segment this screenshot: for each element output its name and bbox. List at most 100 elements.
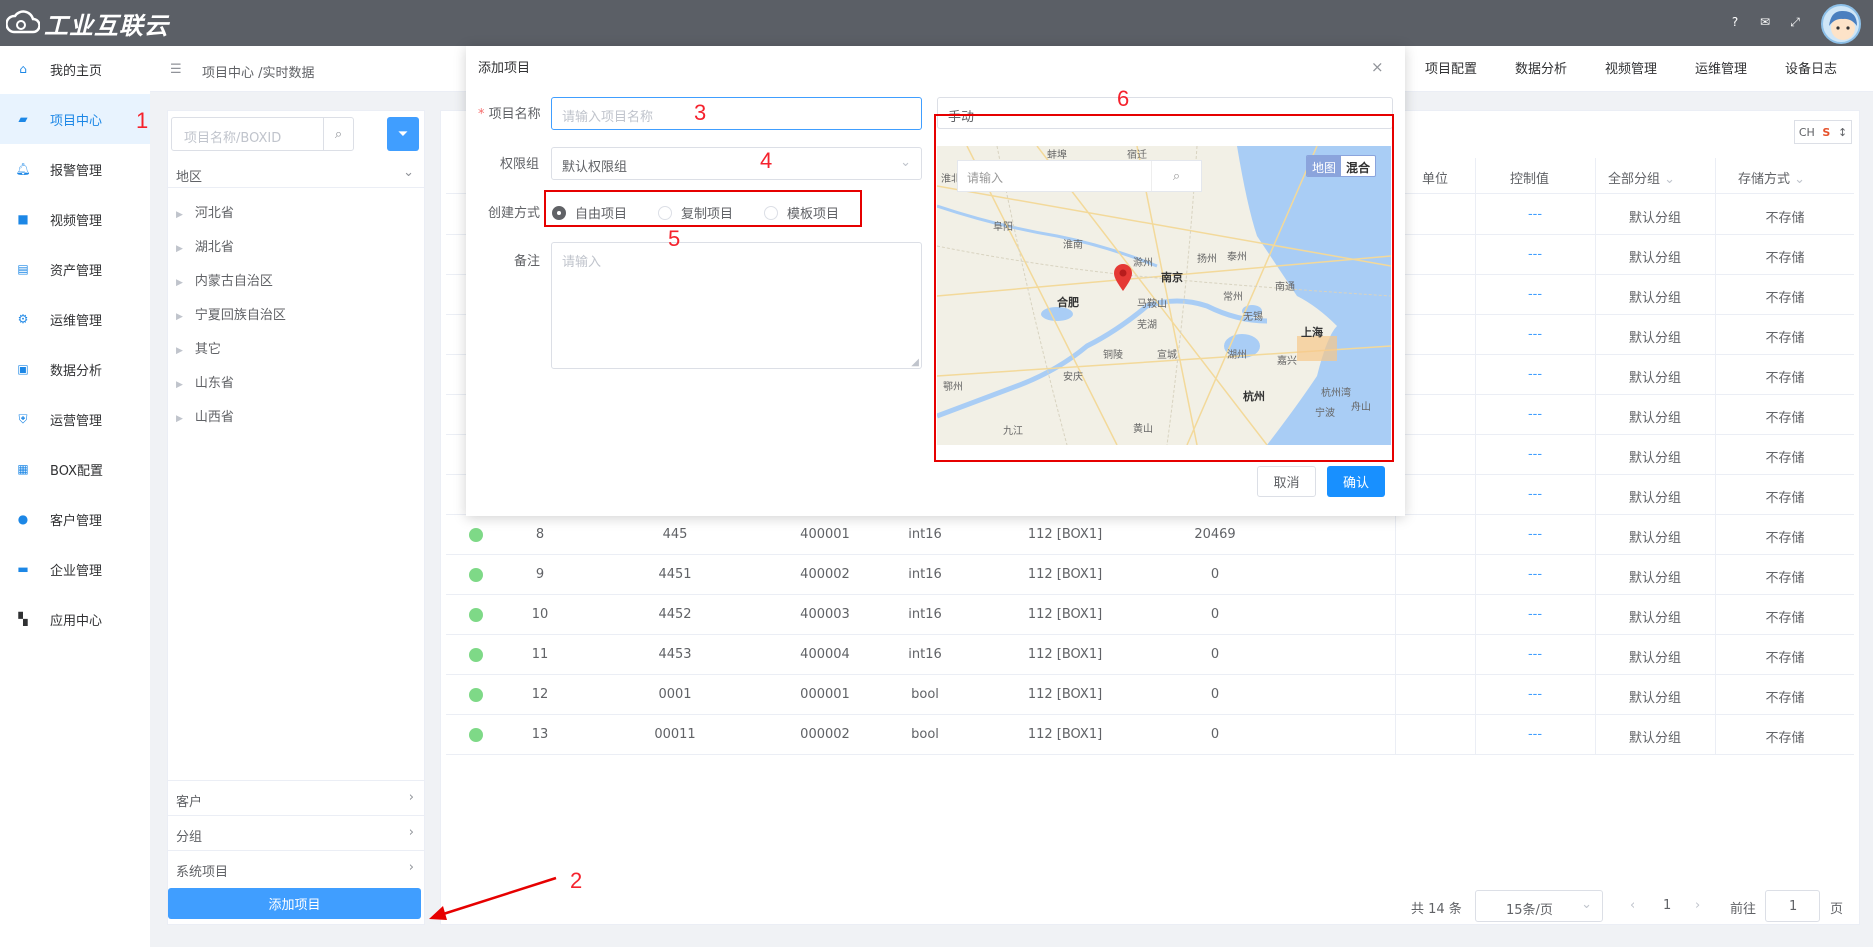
project-search-input[interactable]: 项目名称/BOXID ⌕ — [171, 117, 354, 151]
control-value-link[interactable]: --- — [1495, 687, 1575, 702]
annotation-box-map — [934, 114, 1394, 462]
search-icon[interactable]: ⌕ — [323, 118, 353, 150]
chevron-down-icon: ⌄ — [403, 165, 414, 180]
sidebar-item-alarm[interactable]: 🔔︎ 报警管理 — [0, 144, 150, 194]
grid-icon: ▚ — [18, 612, 28, 626]
row-number-cell: 13 — [531, 727, 549, 742]
row-number-cell: 11 — [531, 647, 549, 662]
sidebar-item-project[interactable]: ▰ 项目中心 — [0, 94, 150, 144]
tree-item[interactable]: ▶ 湖北省 — [176, 236, 234, 255]
group-cell: 默认分组 — [1628, 491, 1681, 506]
accordion-label: 客户 — [176, 795, 203, 810]
topnav-analysis[interactable]: 数据分析 — [1515, 58, 1567, 77]
sidebar-item-enterprise[interactable]: ▬ 企业管理 — [0, 544, 150, 594]
help-icon[interactable]: ? — [1727, 14, 1743, 30]
shield-icon: ⛨ — [18, 411, 28, 426]
tree-item[interactable]: ▶ 山西省 — [176, 406, 234, 425]
sidebar-item-video[interactable]: ■ 视频管理 — [0, 194, 150, 244]
goto-page-value: 1 — [1789, 899, 1798, 914]
page-size-select[interactable]: 15条/页 ⌄ — [1475, 890, 1603, 922]
sidebar-item-asset[interactable]: ▤ 资产管理 — [0, 244, 150, 294]
sidebar-item-operation[interactable]: ⛨ 运营管理 — [0, 394, 150, 444]
column-header-control: 控制值 — [1510, 172, 1550, 187]
remark-textarea[interactable]: 请输入 ◢ — [551, 242, 922, 369]
language-switcher[interactable]: CH S ↕ — [1794, 120, 1852, 144]
storage-cell: 不存储 — [1765, 331, 1805, 346]
tree-item[interactable]: ▶ 河北省 — [176, 202, 234, 221]
add-project-button[interactable]: 添加项目 — [168, 888, 421, 919]
name-cell: 4452 — [658, 607, 692, 622]
type-cell: int16 — [908, 647, 942, 662]
fullscreen-icon[interactable]: ⤢ — [1787, 14, 1803, 30]
cancel-button[interactable]: 取消 — [1257, 466, 1316, 497]
control-value-link[interactable]: --- — [1495, 607, 1575, 622]
goto-page-input[interactable]: 1 — [1765, 890, 1820, 922]
page-number[interactable]: 1 — [1663, 898, 1671, 913]
accordion-system[interactable]: 系统项目 › — [168, 850, 424, 885]
control-value-link[interactable]: --- — [1495, 447, 1575, 462]
close-icon[interactable]: × — [1371, 58, 1384, 76]
app-logo[interactable]: 工业互联云 — [6, 6, 169, 40]
control-value-link[interactable]: --- — [1495, 487, 1575, 502]
control-value-link[interactable]: --- — [1495, 647, 1575, 662]
control-value-link[interactable]: --- — [1495, 727, 1575, 742]
sidebar-item-box[interactable]: ▦ BOX配置 — [0, 444, 150, 494]
storage-cell: 不存储 — [1765, 371, 1805, 386]
accordion-customer[interactable]: 客户 › — [168, 780, 424, 815]
sidebar-item-customer[interactable]: ● 客户管理 — [0, 494, 150, 544]
topnav-device-log[interactable]: 设备日志 — [1785, 58, 1837, 77]
region-header[interactable]: 地区 ⌄ — [168, 160, 424, 188]
topnav-config[interactable]: 项目配置 — [1425, 58, 1477, 77]
name-cell: 4453 — [658, 647, 692, 662]
caret-right-icon: ▶ — [176, 210, 183, 220]
sidebar-item-analysis[interactable]: ▣ 数据分析 — [0, 344, 150, 394]
topnav-video[interactable]: 视频管理 — [1605, 58, 1657, 77]
box-cell: 112 [BOX1] — [1027, 607, 1103, 622]
control-value-link[interactable]: --- — [1495, 207, 1575, 222]
sidebar-item-apps[interactable]: ▚ 应用中心 — [0, 594, 150, 644]
resize-handle-icon[interactable]: ◢ — [911, 357, 919, 368]
avatar[interactable] — [1821, 4, 1861, 44]
control-value-link[interactable]: --- — [1495, 327, 1575, 342]
sidebar-item-home[interactable]: ⌂ 我的主页 — [0, 44, 150, 94]
sidebar-item-label: BOX配置 — [50, 463, 103, 479]
control-value-link[interactable]: --- — [1495, 247, 1575, 262]
control-value-link[interactable]: --- — [1495, 567, 1575, 582]
permission-group-select[interactable]: 默认权限组 ⌄ — [551, 147, 922, 180]
tree-item[interactable]: ▶ 其它 — [176, 338, 221, 357]
annotation-number: 5 — [668, 226, 681, 251]
gear-icon: ⚙ — [17, 312, 29, 326]
next-page-icon[interactable]: › — [1695, 898, 1700, 913]
column-header-storage[interactable]: 存储方式 ⌄ — [1738, 168, 1805, 187]
project-name-input[interactable]: 请输入项目名称 — [551, 97, 922, 130]
accordion-group[interactable]: 分组 › — [168, 815, 424, 850]
project-icon: ▰ — [18, 112, 28, 126]
sidebar-item-label: 我的主页 — [50, 63, 103, 79]
type-cell: int16 — [908, 567, 942, 582]
confirm-button[interactable]: 确认 — [1327, 466, 1385, 497]
name-cell: 445 — [662, 527, 688, 542]
tree-item[interactable]: ▶ 山东省 — [176, 372, 234, 391]
value-cell: 20469 — [1194, 527, 1236, 542]
prev-page-icon[interactable]: ‹ — [1630, 898, 1635, 913]
type-cell: bool — [911, 727, 939, 742]
control-value-link[interactable]: --- — [1495, 407, 1575, 422]
tree-item[interactable]: ▶ 宁夏回族自治区 — [176, 304, 286, 323]
column-header-group[interactable]: 全部分组 ⌄ — [1608, 168, 1675, 187]
filter-button[interactable]: ⏷ — [387, 117, 419, 151]
storage-cell: 不存储 — [1765, 731, 1805, 746]
menu-fold-icon[interactable]: ☰ — [170, 62, 182, 77]
filter-icon: ⏷ — [397, 126, 409, 142]
group-cell: 默认分组 — [1628, 731, 1681, 746]
control-value-link[interactable]: --- — [1495, 367, 1575, 382]
type-cell: int16 — [908, 527, 942, 542]
control-value-link[interactable]: --- — [1495, 527, 1575, 542]
sidebar-item-label: 运维管理 — [50, 313, 103, 329]
mail-icon[interactable]: ✉ — [1757, 14, 1773, 30]
topnav-ops[interactable]: 运维管理 — [1695, 58, 1747, 77]
annotation-arrow — [429, 876, 557, 920]
sidebar-item-ops[interactable]: ⚙ 运维管理 — [0, 294, 150, 344]
annotation-number: 4 — [760, 148, 773, 173]
control-value-link[interactable]: --- — [1495, 287, 1575, 302]
tree-item[interactable]: ▶ 内蒙古自治区 — [176, 270, 273, 289]
